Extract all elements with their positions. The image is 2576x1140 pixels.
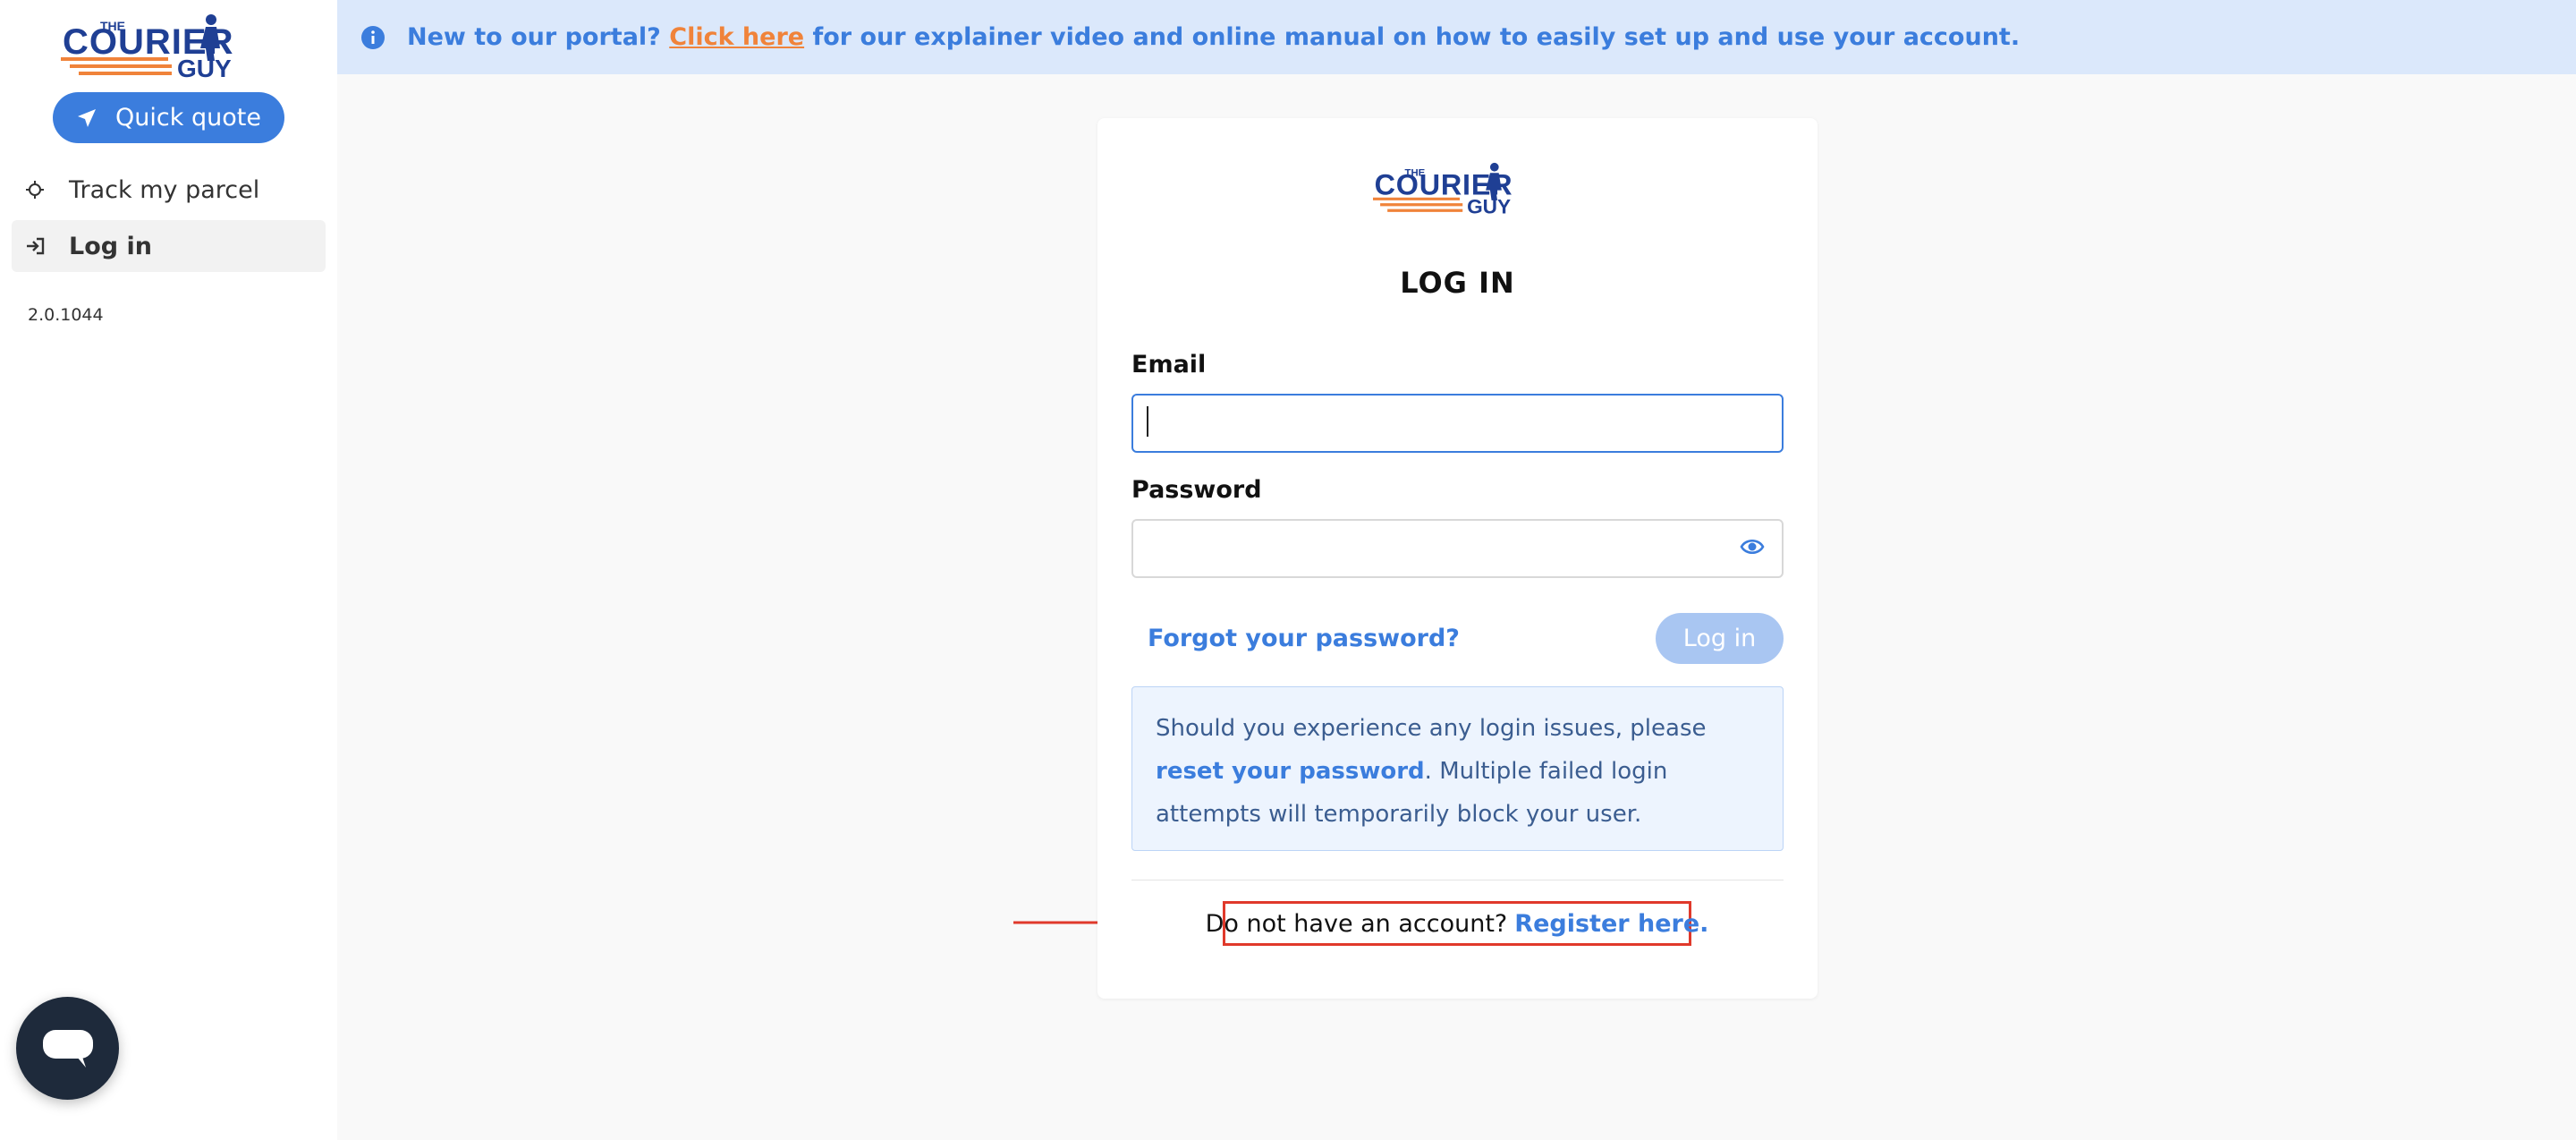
show-password-icon[interactable] xyxy=(1740,534,1765,559)
info-icon xyxy=(361,25,385,49)
text-caret xyxy=(1147,406,1148,437)
banner-rest: for our explainer video and online manua… xyxy=(812,23,2021,51)
register-prompt: Do not have an account? xyxy=(1205,909,1508,938)
password-label: Password xyxy=(1131,476,1262,504)
svg-text:GUY: GUY xyxy=(177,55,232,81)
sidebar-item-track-parcel[interactable]: Track my parcel xyxy=(12,164,326,216)
login-notice: Should you experience any login issues, … xyxy=(1131,686,1784,851)
forgot-password-link[interactable]: Forgot your password? xyxy=(1148,625,1460,652)
divider xyxy=(1131,880,1784,881)
sidebar: THE COURIER GUY Quick quote Track my par… xyxy=(0,0,337,1140)
login-card: THE COURIER GUY LOG IN Email Password Fo… xyxy=(1097,118,1818,999)
courier-guy-logo: THE COURIER GUY xyxy=(1373,162,1513,217)
password-field[interactable] xyxy=(1131,519,1784,578)
svg-text:GUY: GUY xyxy=(1467,195,1511,217)
courier-guy-logo[interactable]: THE COURIER GUY xyxy=(61,13,275,81)
info-banner: New to our portal? Click here for our ex… xyxy=(337,0,2576,74)
email-label: Email xyxy=(1131,351,1207,379)
send-icon xyxy=(78,108,97,127)
login-icon xyxy=(26,237,53,255)
quick-quote-button[interactable]: Quick quote xyxy=(53,92,284,143)
register-prompt-box: Do not have an account? Register here. xyxy=(1206,901,1708,946)
notice-text-pre: Should you experience any login issues, … xyxy=(1156,715,1707,742)
reset-password-link[interactable]: reset your password xyxy=(1156,758,1425,785)
sidebar-item-label: Track my parcel xyxy=(69,175,260,204)
page-title: LOG IN xyxy=(1400,266,1515,300)
register-link[interactable]: Register here. xyxy=(1514,910,1708,938)
quick-quote-label: Quick quote xyxy=(115,104,261,132)
app-version: 2.0.1044 xyxy=(28,305,104,325)
crosshair-icon xyxy=(26,181,53,199)
banner-link[interactable]: Click here xyxy=(669,23,804,51)
chat-launcher-button[interactable] xyxy=(16,997,119,1100)
chat-icon xyxy=(42,1029,93,1068)
sidebar-item-log-in[interactable]: Log in xyxy=(12,220,326,272)
email-field[interactable] xyxy=(1131,394,1784,453)
sidebar-item-label: Log in xyxy=(69,232,152,260)
log-in-button[interactable]: Log in xyxy=(1656,613,1784,664)
banner-lead: New to our portal? xyxy=(407,23,661,51)
